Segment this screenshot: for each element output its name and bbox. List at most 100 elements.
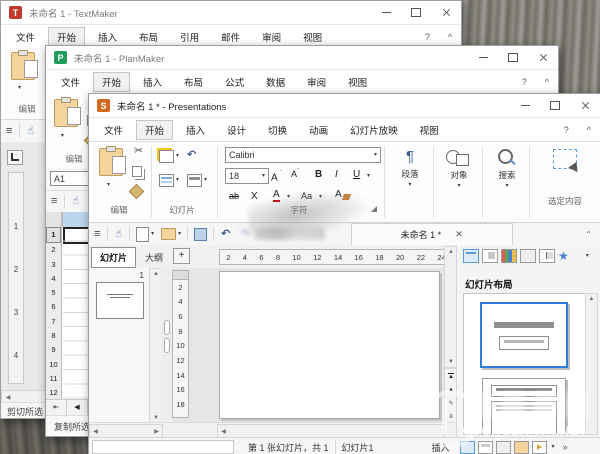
pr-paste-dropdown[interactable]: ▾ <box>107 182 110 188</box>
pr-layout-button[interactable] <box>159 174 174 187</box>
pr-slide-canvas[interactable] <box>219 271 440 419</box>
pr-object-button[interactable]: 对象 ▾ <box>438 146 480 216</box>
pr-more-nav-button[interactable]: ≡ <box>449 414 453 420</box>
planmaker-minimize-button[interactable] <box>468 46 498 69</box>
pr-grow-font-button[interactable]: A＾ <box>271 169 284 183</box>
tm-collapse-ribbon-button[interactable]: ^ <box>439 32 461 42</box>
pr-font-color-button[interactable]: A <box>273 190 280 202</box>
sidebar-notes-icon[interactable] <box>520 249 536 263</box>
tm-touch-mode-icon[interactable]: ☝ <box>22 126 39 137</box>
sidebar-more-dropdown[interactable]: ▾ <box>586 253 589 259</box>
pr-new-slide-button[interactable] <box>159 150 174 163</box>
view-normal-icon[interactable] <box>460 441 475 454</box>
pr-collapse-ribbon-button[interactable]: ^ <box>578 125 600 135</box>
pr-menu-design[interactable]: 设计 <box>218 120 255 140</box>
pr-slide-thumbnail[interactable] <box>96 282 144 319</box>
sidebar-transition-icon[interactable] <box>539 249 555 263</box>
pr-layout-scrollbar[interactable]: ▲ <box>585 293 598 435</box>
pr-insert-mode[interactable]: 插入 <box>432 441 450 454</box>
tm-menu-mailings[interactable]: 邮件 <box>212 27 249 47</box>
pr-layout-option-2[interactable] <box>482 378 566 435</box>
pr-tabstop-button[interactable]: + <box>173 248 190 264</box>
view-handout-icon[interactable] <box>514 441 529 454</box>
pr-subscript-button[interactable]: X <box>251 191 258 202</box>
planmaker-titlebar[interactable]: P 未命名 1 - PlanMaker <box>46 46 558 70</box>
pr-paste-button[interactable] <box>99 148 123 176</box>
tm-tabstop-selector[interactable] <box>7 150 23 165</box>
tm-paste-dropdown[interactable]: ▾ <box>18 85 21 91</box>
pr-redo-icon[interactable]: ↷ <box>235 229 254 240</box>
pr-document-tab[interactable]: 未命名 1 * ✕ <box>351 223 513 245</box>
pr-underline-dropdown[interactable]: ▾ <box>367 173 370 179</box>
pm-menu-review[interactable]: 审阅 <box>298 72 335 92</box>
pm-hamburger-menu-icon[interactable]: ≡ <box>46 196 62 207</box>
tm-menu-insert[interactable]: 插入 <box>89 27 126 47</box>
pr-outline-tab[interactable]: 大纲 <box>137 248 171 267</box>
pr-font-size-combo[interactable]: 18 ▾ <box>225 168 269 184</box>
pr-slide-hscroll[interactable]: ◀ <box>217 424 445 438</box>
pr-search-button[interactable]: 搜索 ▾ <box>487 146 527 216</box>
pr-copy-icon[interactable] <box>132 166 142 177</box>
presentations-close-button[interactable] <box>570 94 600 117</box>
tm-help-button[interactable]: ? <box>416 32 439 42</box>
pr-slides-tab[interactable]: 幻灯片 <box>91 247 136 268</box>
view-more-dropdown[interactable]: ▾ <box>552 444 555 450</box>
pm-name-box[interactable]: A1 <box>50 171 90 186</box>
pr-save-icon[interactable] <box>194 228 207 241</box>
pm-menu-data[interactable]: 数据 <box>257 72 294 92</box>
sidebar-favorites-star-icon[interactable]: ★ <box>558 250 569 262</box>
pm-menu-view[interactable]: 视图 <box>339 72 376 92</box>
pr-status-field[interactable] <box>92 440 234 454</box>
pm-menu-formulas[interactable]: 公式 <box>216 72 253 92</box>
planmaker-close-button[interactable] <box>528 46 558 69</box>
pr-toolbar-collapse-icon[interactable]: ⌃ <box>585 230 600 239</box>
pr-menu-insert[interactable]: 插入 <box>177 120 214 140</box>
pm-row-headers[interactable]: 1 234 567 8910 1112 <box>46 227 62 399</box>
tm-hamburger-menu-icon[interactable]: ≡ <box>1 126 17 137</box>
pm-help-button[interactable]: ? <box>513 77 536 87</box>
presentations-minimize-button[interactable] <box>510 94 540 117</box>
pm-first-sheet-button[interactable]: ⇤ <box>46 400 67 416</box>
tm-menu-references[interactable]: 引用 <box>171 27 208 47</box>
pm-paste-dropdown[interactable]: ▾ <box>61 133 64 139</box>
pr-menu-slideshow[interactable]: 幻灯片放映 <box>341 120 407 140</box>
pm-collapse-ribbon-button[interactable]: ^ <box>536 77 558 87</box>
pr-annotate-button[interactable]: ✎ <box>448 400 453 407</box>
tm-menu-view[interactable]: 视图 <box>294 27 331 47</box>
pr-reset-slide-icon[interactable]: ↶ <box>187 148 196 161</box>
pr-help-button[interactable]: ? <box>555 125 578 135</box>
sidebar-design-icon[interactable] <box>482 249 498 263</box>
pm-menu-file[interactable]: 文件 <box>52 72 89 92</box>
tm-menu-layout[interactable]: 布局 <box>130 27 167 47</box>
pr-prev-slide-button[interactable]: ▲ <box>448 373 454 380</box>
pr-underline-button[interactable]: U <box>353 169 360 180</box>
tm-menu-file[interactable]: 文件 <box>7 27 44 47</box>
textmaker-close-button[interactable] <box>431 1 461 24</box>
presentations-maximize-button[interactable] <box>540 94 570 117</box>
pr-font-color-dropdown[interactable]: ▾ <box>287 194 290 200</box>
tm-menu-home[interactable]: 开始 <box>48 27 85 47</box>
pr-format-brush-icon[interactable] <box>129 184 145 200</box>
pr-slide-design-button[interactable] <box>187 174 202 187</box>
pr-paragraph-button[interactable]: ¶ 段落 ▾ <box>389 146 431 216</box>
pr-undo-icon[interactable]: ↶ <box>216 229 235 240</box>
view-notes-icon[interactable] <box>496 441 511 454</box>
pm-menu-insert[interactable]: 插入 <box>134 72 171 92</box>
pr-open-icon[interactable] <box>161 228 176 240</box>
pr-highlight-button[interactable]: A <box>335 190 342 200</box>
view-slideshow-icon[interactable] <box>532 441 547 454</box>
pr-layout-dropdown[interactable]: ▾ <box>176 177 179 183</box>
pr-change-case-button[interactable]: Aa <box>301 191 312 201</box>
pr-open-dropdown[interactable]: ▾ <box>178 231 181 237</box>
pr-panel-splitter[interactable] <box>161 268 172 422</box>
pm-touch-mode-icon[interactable]: ☝ <box>67 196 84 207</box>
pr-new-document-dropdown[interactable]: ▾ <box>151 231 154 237</box>
pm-prev-sheet-button[interactable]: ◀ <box>67 400 88 416</box>
pr-italic-button[interactable]: I <box>335 169 338 180</box>
pr-new-document-icon[interactable] <box>136 227 149 242</box>
pr-menu-animations[interactable]: 动画 <box>300 120 337 140</box>
pr-strikethrough-button[interactable]: ab <box>229 191 239 201</box>
pr-next-slide-button[interactable]: ▲ <box>448 387 454 393</box>
textmaker-titlebar[interactable]: T 未命名 1 - TextMaker <box>1 1 461 25</box>
sidebar-colors-icon[interactable] <box>501 249 517 263</box>
